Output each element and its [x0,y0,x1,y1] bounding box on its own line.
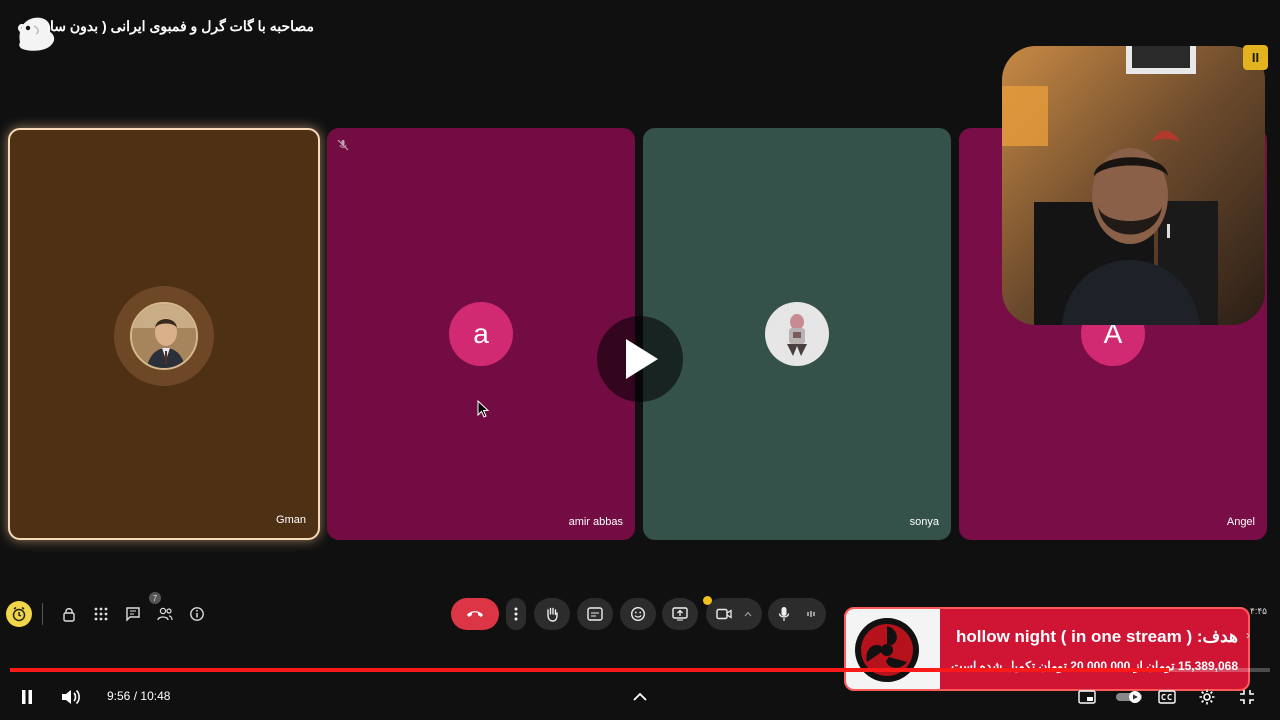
volume-button[interactable] [56,678,86,716]
autoplay-icon [1116,691,1142,703]
meet-left-controls [6,598,213,630]
present-icon [672,607,688,621]
participant-tile-sonya[interactable]: sonya [643,128,951,540]
lock-icon[interactable] [53,598,85,630]
subtitles-button[interactable] [1154,678,1180,716]
settings-icon [1199,689,1215,705]
side-time-label: ۴:۴۵ [1250,606,1268,616]
raise-hand-icon [547,607,558,622]
participant-name: amir abbas [568,516,623,528]
avatar: a [449,302,513,366]
avatar [130,302,198,370]
cc-icon [1158,690,1176,704]
emoji-button[interactable] [620,598,656,630]
play-button[interactable] [597,316,683,402]
divider [42,603,43,625]
settings-button[interactable] [1194,678,1220,716]
participant-tile-amir-abbas[interactable]: a amir abbas [327,128,635,540]
chevron-up-icon [633,693,647,701]
sharingan-icon [855,618,919,682]
chevron-right-icon[interactable]: › [1246,628,1250,642]
raise-hand-button[interactable] [534,598,570,630]
fullscreen-exit-icon [1240,690,1254,704]
miniplayer-button[interactable] [1074,678,1100,716]
present-button[interactable] [662,598,698,630]
mic-toggle-button[interactable] [768,598,826,630]
info-icon[interactable] [181,598,213,630]
captions-icon [587,607,603,621]
captions-button[interactable] [577,598,613,630]
pause-icon [22,690,32,704]
audio-level-icon [807,611,815,617]
donation-goal-title: هدف: ( hollow night ( in one stream [955,627,1238,646]
flag-badge[interactable]: II [1243,45,1268,70]
progress-bar-played [10,668,1170,672]
fullscreen-exit-button[interactable] [1234,678,1260,716]
mic-icon [778,607,790,621]
chat-icon[interactable] [117,598,149,630]
streamer-webcam [1002,46,1265,325]
mouse-cursor-icon [477,400,489,418]
timer-icon[interactable] [6,601,32,627]
play-icon [626,339,658,379]
avatar [765,302,829,366]
apps-grid-icon[interactable] [85,598,117,630]
mic-off-icon [337,138,349,151]
camera-icon [716,608,732,620]
autoplay-toggle[interactable] [1112,678,1146,716]
miniplayer-icon [1078,690,1096,704]
emoji-icon [630,606,646,622]
more-options-button[interactable] [506,598,526,630]
speaking-halo [114,286,214,386]
time-display: 9:56 / 10:48 [107,689,170,703]
participant-name: Gman [276,514,306,526]
time-total: 10:48 [140,689,171,703]
participant-tile-gman[interactable]: Gman [8,128,320,540]
more-vert-icon [514,607,518,621]
end-call-button[interactable] [451,598,499,630]
volume-icon [62,689,80,705]
video-title[interactable]: مصاحبه با گات گرل و فمبوی ایرانی ( بدون … [48,18,314,35]
participant-name: sonya [909,516,939,528]
player-controls [0,678,1280,720]
participants-badge: 7 [149,592,161,604]
camera-toggle-button[interactable] [706,598,762,630]
time-separator: / [133,689,138,703]
expand-up-button[interactable] [626,678,654,716]
pause-button[interactable] [12,678,42,716]
end-call-icon [467,611,483,617]
warning-badge [703,596,712,605]
progress-bar[interactable] [10,668,1270,672]
participant-name: Angel [1226,516,1255,528]
chevron-up-icon [744,611,752,617]
time-current: 9:56 [107,689,131,703]
